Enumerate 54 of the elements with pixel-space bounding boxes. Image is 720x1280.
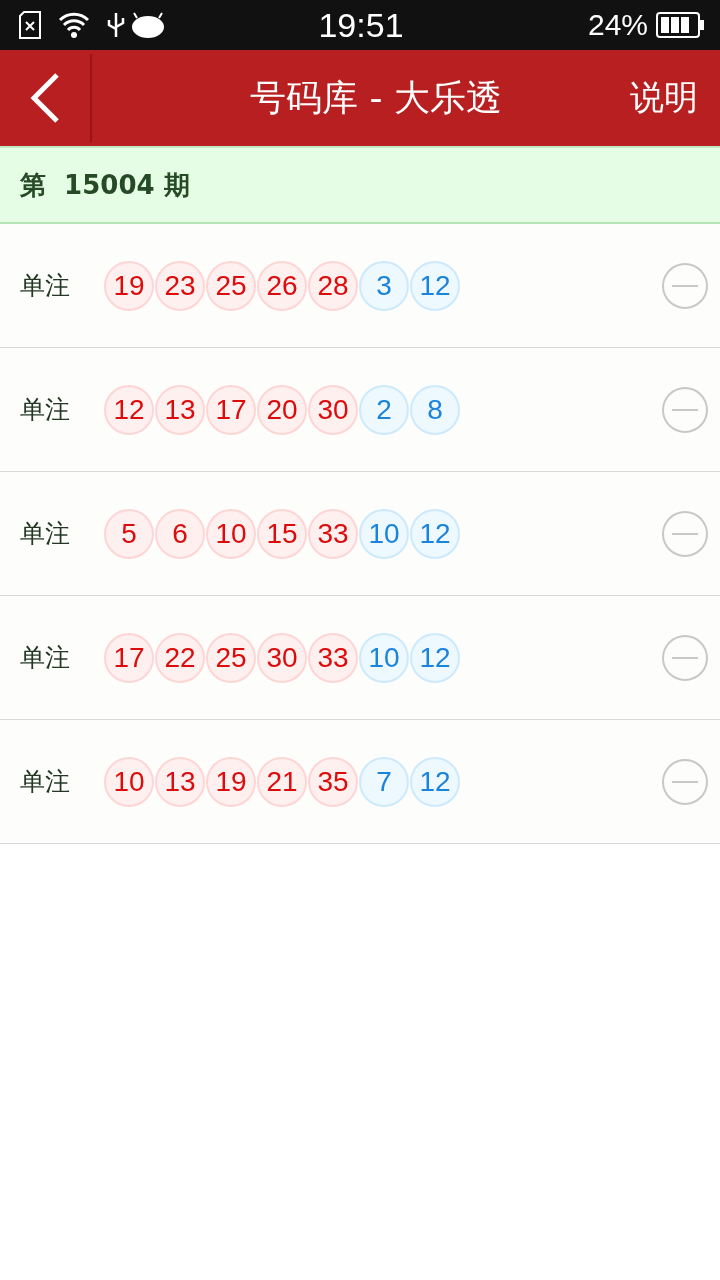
remove-button[interactable] [662, 510, 708, 557]
number-ball: 20 [257, 384, 307, 435]
ticket-label: 单注 [20, 642, 71, 674]
page-title: 号码库 - 大乐透 [249, 75, 503, 120]
number-ball: 2 [359, 384, 409, 435]
number-ball: 13 [155, 384, 205, 435]
number-ball: 25 [206, 260, 256, 311]
remove-button[interactable] [662, 634, 708, 681]
wifi-icon [58, 11, 90, 39]
number-ball: 5 [104, 508, 154, 559]
number-ball: 17 [206, 384, 256, 435]
number-ball: 35 [308, 756, 358, 807]
number-ball: 19 [206, 756, 256, 807]
ticket-label: 单注 [20, 394, 71, 426]
number-ball: 7 [359, 756, 409, 807]
remove-button[interactable] [662, 262, 708, 309]
battery-percent: 24% [587, 8, 648, 42]
number-ball: 21 [257, 756, 307, 807]
sim-card-icon [18, 10, 42, 40]
number-ball: 12 [410, 632, 460, 683]
number-ball: 3 [359, 260, 409, 311]
ticket-label: 单注 [20, 518, 71, 550]
number-ball: 10 [359, 508, 409, 559]
remove-button[interactable] [662, 758, 708, 805]
ticket-label: 单注 [20, 766, 71, 798]
number-ball: 12 [410, 756, 460, 807]
number-ball: 13 [155, 756, 205, 807]
number-ball: 12 [410, 508, 460, 559]
number-ball: 15 [257, 508, 307, 559]
number-ball: 30 [308, 384, 358, 435]
chevron-left-icon [30, 73, 60, 123]
number-ball: 10 [104, 756, 154, 807]
number-ball: 12 [104, 384, 154, 435]
number-ball: 30 [257, 632, 307, 683]
number-ball: 8 [410, 384, 460, 435]
ticket-label: 单注 [20, 270, 71, 302]
number-ball: 26 [257, 260, 307, 311]
number-ball: 10 [359, 632, 409, 683]
number-ball: 33 [308, 632, 358, 683]
number-ball: 6 [155, 508, 205, 559]
number-ball: 25 [206, 632, 256, 683]
number-ball: 19 [104, 260, 154, 311]
number-ball: 12 [410, 260, 460, 311]
number-ball: 17 [104, 632, 154, 683]
remove-button[interactable] [662, 386, 708, 433]
clock-time: 19:51 [318, 5, 404, 45]
number-ball: 10 [206, 508, 256, 559]
battery-icon [656, 12, 704, 38]
number-ball: 33 [308, 508, 358, 559]
number-ball: 28 [308, 260, 358, 311]
number-ball: 23 [155, 260, 205, 311]
issue-heading: 第 15004 期 [20, 168, 190, 202]
help-button[interactable]: 说明 [620, 75, 720, 121]
number-ball: 22 [155, 632, 205, 683]
